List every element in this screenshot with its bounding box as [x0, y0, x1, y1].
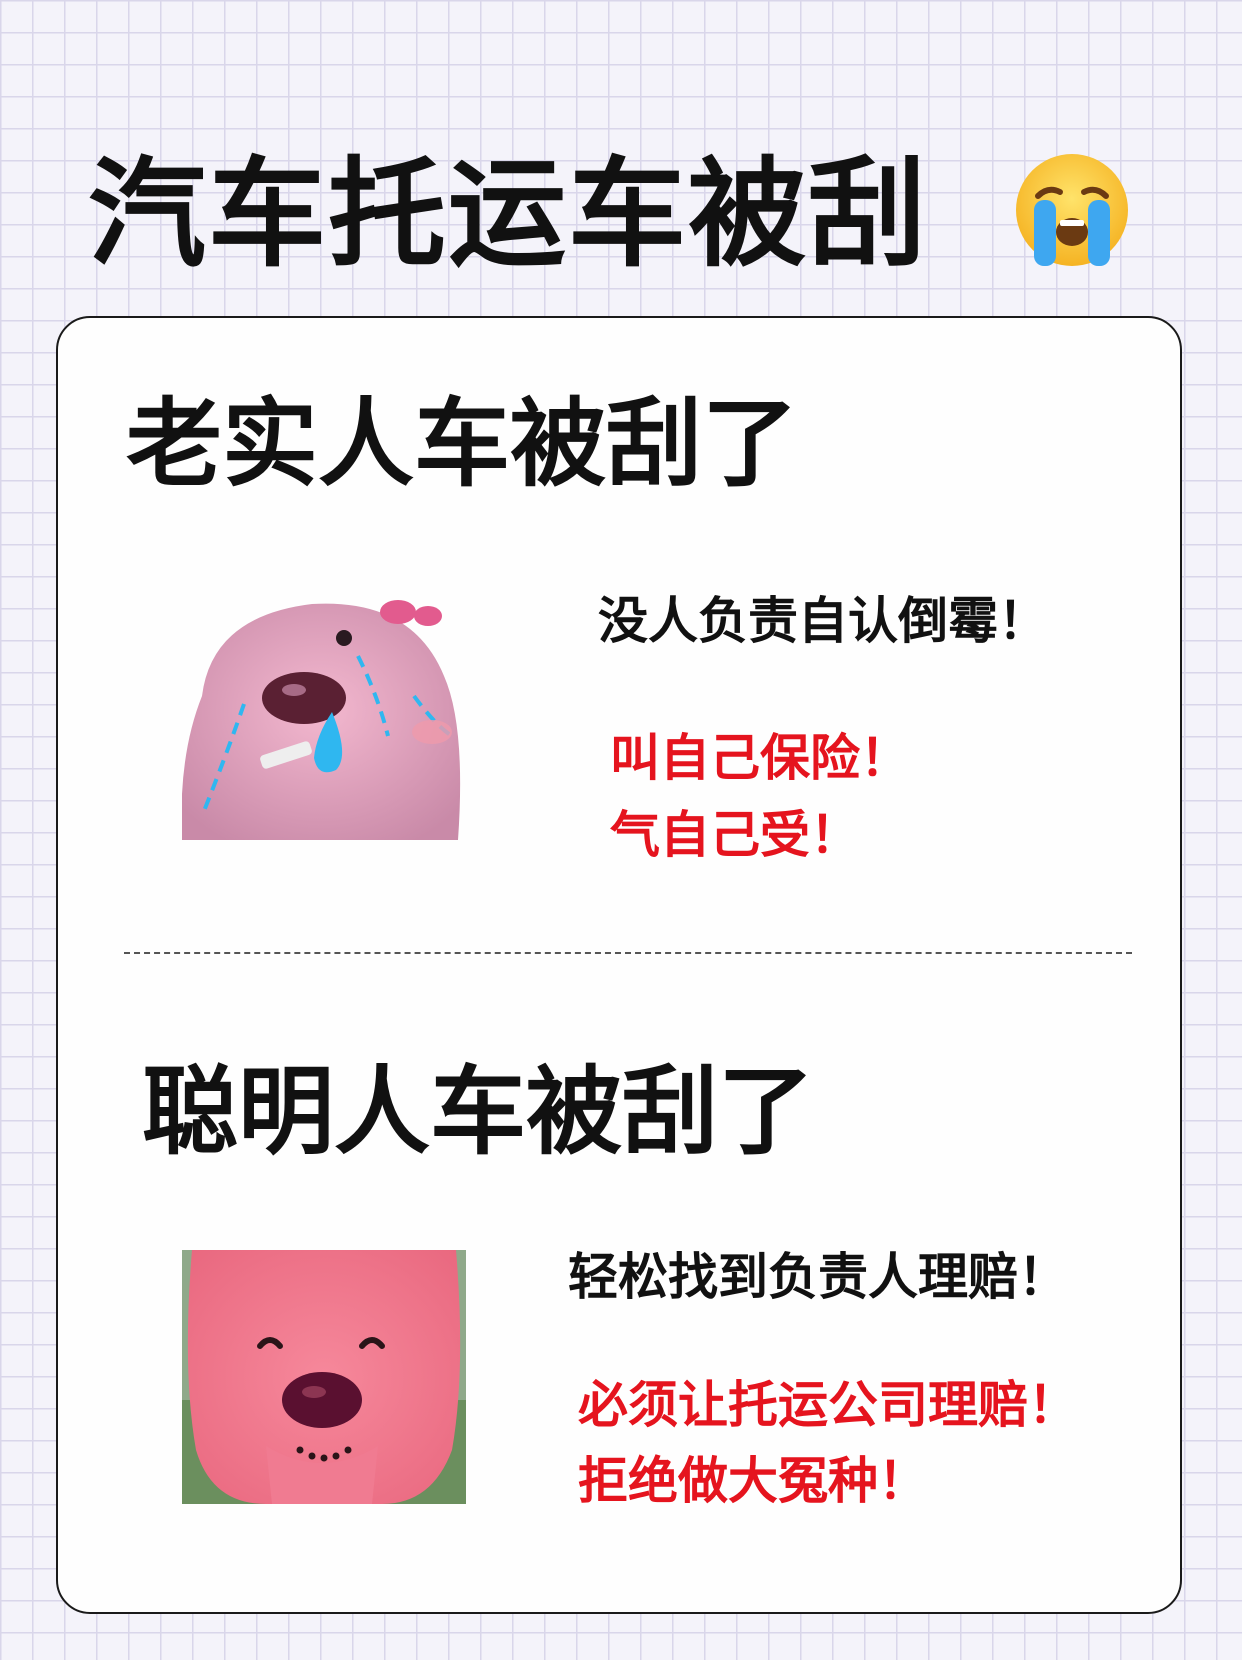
loudly-crying-face-icon [1016, 154, 1128, 266]
section-divider [124, 952, 1132, 954]
content-card: 老实人车被刮了 没人负责自认倒霉！ 叫自己保险！ 气自己受！ 聪明人车被刮了 轻… [56, 316, 1182, 1614]
section-heading-honest: 老实人车被刮了 [126, 388, 798, 500]
smiling-pink-beaver-icon [182, 1250, 466, 1504]
smart-line: 轻松找到负责人理赔！ [568, 1248, 1068, 1306]
page-title: 汽车托运车被刮 [88, 144, 929, 283]
section-heading-smart: 聪明人车被刮了 [142, 1056, 814, 1168]
crying-pink-beaver-smoking-icon [182, 600, 461, 840]
honest-red-line-2: 气自己受！ [610, 806, 860, 864]
honest-red-line-1: 叫自己保险！ [610, 729, 910, 787]
smart-red-line-2: 拒绝做大冤种！ [578, 1452, 928, 1510]
smart-red-line-1: 必须让托运公司理赔！ [578, 1376, 1078, 1434]
honest-line: 没人负责自认倒霉！ [598, 592, 1048, 650]
